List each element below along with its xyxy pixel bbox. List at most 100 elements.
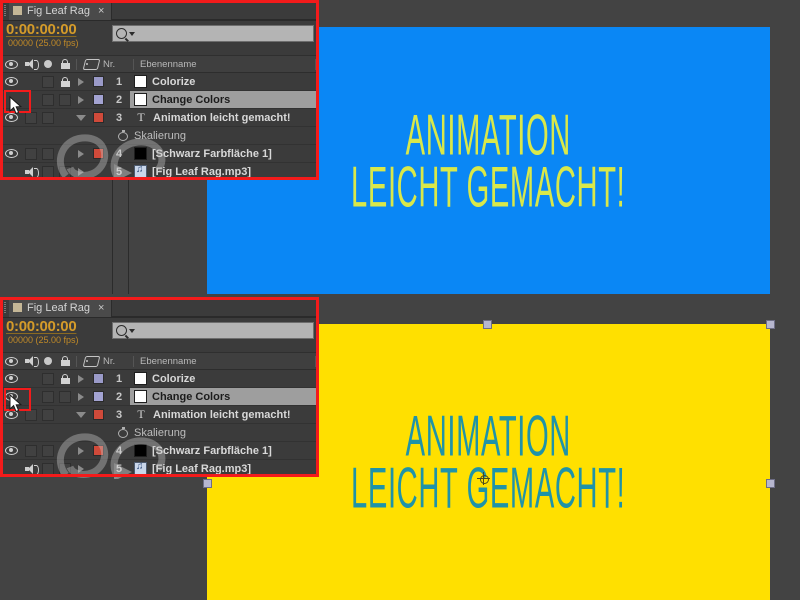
- search-input-top[interactable]: [112, 25, 314, 42]
- layer-1-label-swatch[interactable]: [88, 76, 108, 87]
- layer-3-solo-toggle[interactable]: [40, 111, 56, 124]
- layer-2-name-cell[interactable]: Change Colors: [130, 91, 318, 108]
- layer-1-solo-toggle[interactable]: [40, 75, 56, 88]
- property-row-skalierung[interactable]: Skalierung: [0, 127, 318, 145]
- layer-4-name-cell[interactable]: [Schwarz Farbfläche 1]: [130, 145, 318, 162]
- tab-fig-leaf-rag-bottom[interactable]: Fig Leaf Rag ×: [9, 297, 113, 317]
- table-row[interactable]: 2 Change Colors: [0, 388, 318, 406]
- layer-1-name-cell[interactable]: Colorize: [130, 370, 318, 387]
- layer-5-lock-toggle[interactable]: [56, 462, 74, 475]
- layer-5-name-cell[interactable]: [Fig Leaf Rag.mp3]: [130, 460, 318, 477]
- table-row[interactable]: 4 [Schwarz Farbfläche 1]: [0, 442, 318, 460]
- layer-3-expand-arrow[interactable]: [74, 114, 88, 121]
- col-solo-header[interactable]: [40, 353, 56, 369]
- layer-2-label-swatch[interactable]: [88, 391, 108, 402]
- col-number-header[interactable]: Nr.: [103, 353, 131, 369]
- layer-3-audio-toggle[interactable]: [22, 408, 40, 421]
- layer-5-name-cell[interactable]: [Fig Leaf Rag.mp3]: [130, 163, 318, 180]
- layer-4-audio-toggle[interactable]: [22, 444, 40, 457]
- layer-4-solo-toggle[interactable]: [40, 444, 56, 457]
- table-row[interactable]: 5 [Fig Leaf Rag.mp3]: [0, 460, 318, 477]
- layer-1-expand-arrow[interactable]: [74, 77, 88, 86]
- col-audio-header[interactable]: [22, 353, 40, 369]
- layer-4-visibility-toggle[interactable]: [0, 446, 22, 455]
- layer-4-expand-arrow[interactable]: [74, 149, 88, 158]
- table-row[interactable]: 1 Colorize: [0, 73, 318, 91]
- layer-2-solo-toggle[interactable]: [40, 93, 56, 106]
- layer-5-solo-toggle[interactable]: [40, 165, 56, 178]
- layer-2-lock-toggle[interactable]: [56, 93, 74, 106]
- table-row[interactable]: 4 [Schwarz Farbfläche 1]: [0, 145, 318, 163]
- panel-divider-right[interactable]: [128, 180, 129, 294]
- layer-4-audio-toggle[interactable]: [22, 147, 40, 160]
- layer-4-visibility-toggle[interactable]: [0, 149, 22, 158]
- col-audio-header[interactable]: [22, 56, 40, 72]
- close-icon[interactable]: ×: [98, 5, 104, 17]
- layer-1-expand-arrow[interactable]: [74, 374, 88, 383]
- layer-2-lock-toggle[interactable]: [56, 390, 74, 403]
- col-solo-header[interactable]: [40, 56, 56, 72]
- selection-handle-top-right[interactable]: [766, 320, 775, 329]
- chevron-down-icon[interactable]: [129, 31, 135, 36]
- selection-handle-middle-right[interactable]: [766, 479, 775, 488]
- chevron-down-icon[interactable]: [129, 328, 135, 333]
- table-row[interactable]: 3 T Animation leicht gemacht!: [0, 109, 318, 127]
- col-label-header[interactable]: [79, 56, 103, 72]
- layer-1-name-cell[interactable]: Colorize: [130, 73, 318, 90]
- timeline-panel-top[interactable]: Fig Leaf Rag × 0:00:00:00 00000 (25.00 f…: [0, 0, 318, 180]
- layer-1-visibility-toggle[interactable]: [0, 374, 22, 383]
- layer-5-lock-toggle[interactable]: [56, 165, 74, 178]
- layer-3-name-cell[interactable]: T Animation leicht gemacht!: [130, 109, 318, 126]
- table-row[interactable]: 3 T Animation leicht gemacht!: [0, 406, 318, 424]
- panel-grip-top[interactable]: [0, 0, 9, 20]
- current-timecode[interactable]: 0:00:00:00: [6, 22, 110, 38]
- panel-divider-left[interactable]: [112, 180, 113, 294]
- layer-5-expand-arrow[interactable]: [74, 167, 88, 176]
- stopwatch-icon[interactable]: [118, 130, 128, 141]
- layer-3-label-swatch[interactable]: [88, 409, 108, 420]
- timecode-box-bottom[interactable]: 0:00:00:00 00000 (25.00 fps): [0, 318, 110, 346]
- close-icon[interactable]: ×: [98, 302, 104, 314]
- property-row-skalierung[interactable]: Skalierung: [0, 424, 318, 442]
- col-label-header[interactable]: [79, 353, 103, 369]
- table-row[interactable]: 2 Change Colors: [0, 91, 318, 109]
- layer-1-lock-toggle[interactable]: [56, 373, 74, 384]
- col-video-header[interactable]: [0, 353, 22, 369]
- col-lock-header[interactable]: [56, 353, 74, 369]
- col-number-header[interactable]: Nr.: [103, 56, 131, 72]
- layer-4-label-swatch[interactable]: [88, 148, 108, 159]
- layer-2-expand-arrow[interactable]: [74, 392, 88, 401]
- layer-2-expand-arrow[interactable]: [74, 95, 88, 104]
- tab-fig-leaf-rag-top[interactable]: Fig Leaf Rag ×: [9, 0, 113, 20]
- col-lock-header[interactable]: [56, 56, 74, 72]
- col-name-header[interactable]: Ebenenname: [136, 353, 313, 369]
- layer-4-expand-arrow[interactable]: [74, 446, 88, 455]
- col-name-header[interactable]: Ebenenname: [136, 56, 313, 72]
- layer-5-expand-arrow[interactable]: [74, 464, 88, 473]
- layer-2-name-cell[interactable]: Change Colors: [130, 388, 318, 405]
- layer-1-lock-toggle[interactable]: [56, 76, 74, 87]
- search-input-bottom[interactable]: [112, 322, 314, 339]
- col-video-header[interactable]: [0, 56, 22, 72]
- layer-3-name-cell[interactable]: T Animation leicht gemacht!: [130, 406, 318, 423]
- layer-3-visibility-toggle[interactable]: [0, 410, 22, 419]
- timecode-box-top[interactable]: 0:00:00:00 00000 (25.00 fps): [0, 21, 110, 49]
- layer-4-label-swatch[interactable]: [88, 445, 108, 456]
- layer-2-visibility-toggle[interactable]: [0, 392, 22, 401]
- layer-3-solo-toggle[interactable]: [40, 408, 56, 421]
- layer-2-solo-toggle[interactable]: [40, 390, 56, 403]
- table-row[interactable]: 1 Colorize: [0, 370, 318, 388]
- layer-4-name-cell[interactable]: [Schwarz Farbfläche 1]: [130, 442, 318, 459]
- layer-3-visibility-toggle[interactable]: [0, 113, 22, 122]
- timeline-panel-bottom[interactable]: Fig Leaf Rag × 0:00:00:00 00000 (25.00 f…: [0, 297, 318, 477]
- table-row[interactable]: 5 [Fig Leaf Rag.mp3]: [0, 163, 318, 180]
- layer-5-audio-toggle[interactable]: [22, 463, 40, 475]
- selection-handle-bottom-left[interactable]: [203, 479, 212, 488]
- layer-3-audio-toggle[interactable]: [22, 111, 40, 124]
- layer-1-solo-toggle[interactable]: [40, 372, 56, 385]
- layer-2-label-swatch[interactable]: [88, 94, 108, 105]
- layer-5-solo-toggle[interactable]: [40, 462, 56, 475]
- anchor-point-marker[interactable]: [477, 472, 490, 485]
- layer-4-solo-toggle[interactable]: [40, 147, 56, 160]
- layer-3-expand-arrow[interactable]: [74, 411, 88, 418]
